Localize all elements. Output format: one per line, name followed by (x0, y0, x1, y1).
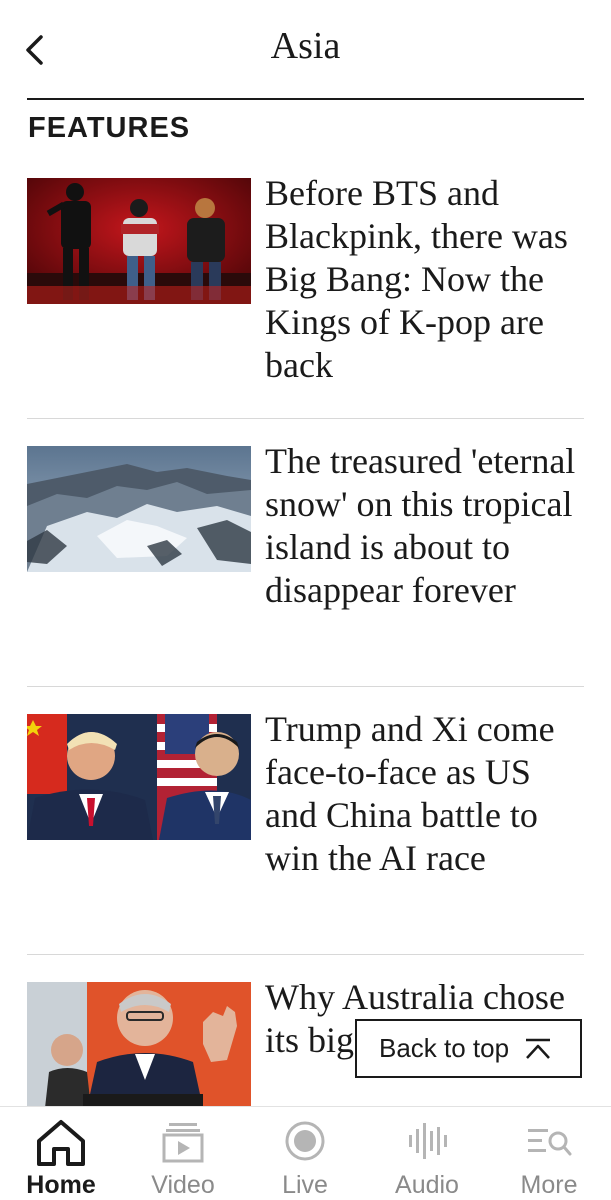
video-icon (162, 1123, 204, 1163)
leaders-flags-image (27, 714, 251, 840)
tab-video[interactable]: Video (122, 1107, 244, 1200)
article-headline[interactable]: Before BTS and Blackpink, there was Big … (265, 172, 587, 387)
article-item[interactable]: The treasured 'eternal snow' on this tro… (27, 441, 584, 676)
live-icon (285, 1121, 325, 1161)
tab-video-label: Video (151, 1171, 215, 1199)
audio-icon (409, 1123, 447, 1159)
back-to-top-label: Back to top (379, 1033, 510, 1063)
tab-audio-label: Audio (395, 1171, 459, 1199)
top-bar: Asia (0, 0, 611, 92)
tab-more-label: More (520, 1171, 578, 1199)
tab-live[interactable]: Live (244, 1107, 366, 1200)
snowy-mountain-image (27, 446, 251, 572)
more-icon (528, 1129, 572, 1156)
back-to-top-button[interactable]: Back to top (355, 1019, 582, 1078)
concert-stage-image (27, 178, 251, 304)
article-item[interactable]: Before BTS and Blackpink, there was Big … (27, 173, 584, 408)
article-thumbnail[interactable] (27, 446, 251, 572)
tab-live-label: Live (282, 1171, 328, 1199)
tab-more[interactable]: More (488, 1107, 610, 1200)
page-title: Asia (270, 25, 341, 67)
article-divider (27, 954, 584, 955)
tab-home-label: Home (26, 1171, 96, 1199)
article-headline[interactable]: The treasured 'eternal snow' on this tro… (265, 440, 587, 612)
section-rule (27, 98, 584, 100)
chevron-up-icon (523, 1037, 553, 1061)
tab-audio[interactable]: Audio (366, 1107, 488, 1200)
section-title: FEATURES (28, 112, 191, 144)
article-divider (27, 686, 584, 687)
bottom-tab-bar: Home Video Live Audio More (0, 1106, 611, 1200)
article-thumbnail[interactable] (27, 982, 251, 1106)
article-item[interactable]: Trump and Xi come face-to-face as US and… (27, 709, 584, 944)
home-icon (37, 1120, 85, 1166)
article-thumbnail[interactable] (27, 178, 251, 304)
article-divider (27, 418, 584, 419)
article-headline[interactable]: Trump and Xi come face-to-face as US and… (265, 708, 587, 880)
article-thumbnail[interactable] (27, 714, 251, 840)
speaker-podium-image (27, 982, 251, 1106)
tab-home[interactable]: Home (0, 1107, 122, 1200)
